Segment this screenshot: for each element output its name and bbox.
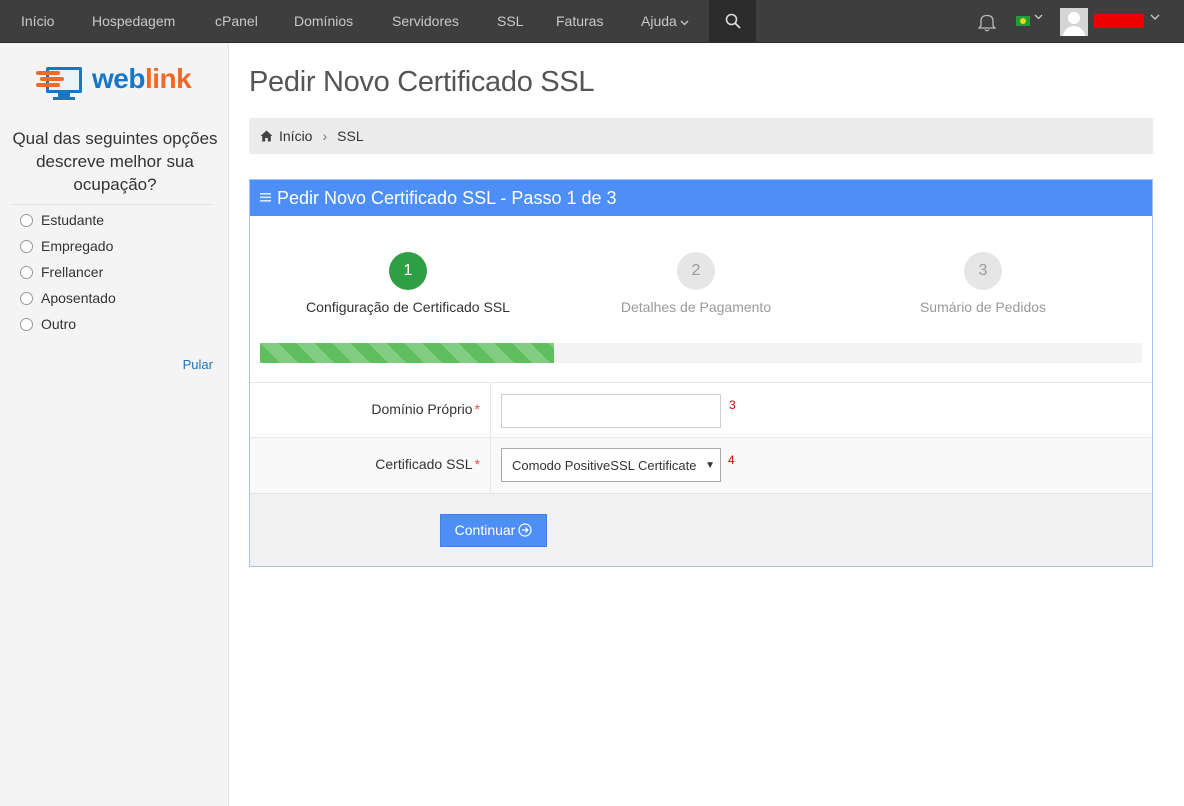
radio-button[interactable] (20, 239, 33, 253)
progress-bar (260, 343, 1142, 363)
nav-ssl[interactable]: SSL (497, 0, 523, 43)
survey-option-frellancer[interactable]: Frellancer (20, 263, 103, 281)
chevron-right-icon: › (322, 128, 328, 144)
nav-servidores[interactable]: Servidores (392, 0, 459, 43)
nav-ajuda[interactable]: Ajuda (641, 0, 689, 43)
form-row-domain: Domínio Próprio * 3 (250, 382, 1152, 437)
chevron-down-icon (680, 20, 689, 26)
step-1: 1 Configuração de Certificado SSL (278, 252, 538, 315)
step-3: 3 Sumário de Pedidos (853, 252, 1113, 315)
nav-faturas[interactable]: Faturas (556, 0, 603, 43)
chevron-down-icon[interactable] (1034, 14, 1043, 20)
order-panel: Pedir Novo Certificado SSL - Passo 1 de … (249, 179, 1153, 567)
breadcrumb: Início › SSL (249, 118, 1153, 154)
step-label: Detalhes de Pagamento (620, 299, 772, 315)
chevron-down-icon[interactable] (1150, 14, 1160, 21)
top-navbar: Início Hospedagem cPanel Domínios Servid… (0, 0, 1184, 43)
nav-cpanel[interactable]: cPanel (215, 0, 258, 43)
continue-label: Continuar (454, 522, 516, 538)
certificate-selected-value: Comodo PositiveSSL Certificate (512, 458, 697, 473)
breadcrumb-current: SSL (337, 128, 364, 144)
breadcrumb-home-link[interactable]: Início (279, 128, 312, 144)
panel-heading: Pedir Novo Certificado SSL - Passo 1 de … (250, 180, 1152, 216)
radio-button[interactable] (20, 265, 33, 279)
step-number: 1 (389, 252, 427, 290)
dropdown-arrow-icon: ▼ (703, 449, 715, 481)
domain-input[interactable] (501, 394, 721, 428)
avatar[interactable] (1060, 8, 1088, 36)
weblink-logo-icon (36, 67, 82, 100)
home-icon (260, 130, 273, 142)
skip-link[interactable]: Pular (150, 357, 213, 372)
page-title: Pedir Novo Certificado SSL (249, 66, 595, 98)
arrow-circle-right-icon (518, 523, 532, 537)
radio-button[interactable] (20, 213, 33, 227)
step-label: Configuração de Certificado SSL (306, 299, 510, 315)
step-label: Sumário de Pedidos (919, 299, 1047, 315)
logo-text: weblink (92, 63, 192, 94)
brazil-flag-icon[interactable] (1016, 16, 1030, 26)
search-button[interactable] (709, 0, 756, 43)
survey-question: Qual das seguintes opções descreve melho… (12, 129, 218, 194)
panel-heading-text: Pedir Novo Certificado SSL - Passo 1 de … (277, 188, 617, 208)
sidebar: weblink Qual das seguintes opções descre… (0, 43, 229, 806)
domain-label: Domínio Próprio * (371, 401, 480, 417)
nav-dominios[interactable]: Domínios (294, 0, 353, 43)
continue-button[interactable]: Continuar (440, 514, 547, 547)
form-footer: Continuar (250, 493, 1152, 566)
form-row-certificate: Certificado SSL * Comodo PositiveSSL Cert… (250, 437, 1152, 493)
menu-bars-icon (260, 193, 271, 202)
nav-inicio[interactable]: Início (21, 0, 54, 43)
step-2: 2 Detalhes de Pagamento (566, 252, 826, 315)
bell-icon[interactable] (978, 12, 996, 32)
radio-button[interactable] (20, 291, 33, 305)
annotation-number: 3 (729, 398, 736, 412)
survey-option-outro[interactable]: Outro (20, 315, 76, 333)
progress-fill (260, 343, 554, 363)
radio-button[interactable] (20, 317, 33, 331)
certificate-select[interactable]: Comodo PositiveSSL Certificate ▼ (501, 448, 721, 482)
step-number: 2 (677, 252, 715, 290)
search-icon (725, 13, 741, 29)
divider (12, 204, 213, 205)
survey-option-empregado[interactable]: Empregado (20, 237, 113, 255)
username-redacted[interactable] (1094, 14, 1144, 28)
survey-option-estudante[interactable]: Estudante (20, 211, 104, 229)
nav-ajuda-label: Ajuda (641, 13, 677, 29)
step-number: 3 (964, 252, 1002, 290)
nav-hospedagem[interactable]: Hospedagem (92, 0, 175, 43)
certificate-label: Certificado SSL * (375, 456, 480, 472)
survey-option-aposentado[interactable]: Aposentado (20, 289, 116, 307)
annotation-number: 4 (728, 453, 735, 467)
